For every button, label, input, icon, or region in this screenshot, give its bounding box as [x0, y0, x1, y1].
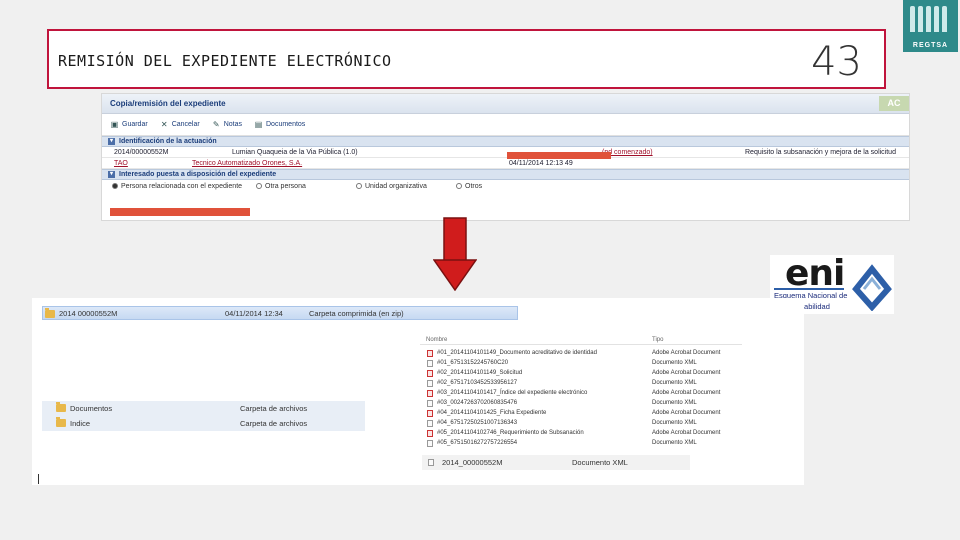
list-header: Nombre Tipo — [420, 336, 742, 345]
zip-type: Carpeta comprimida (en zip) — [309, 309, 404, 318]
collapse-icon: ▾ — [108, 171, 115, 178]
list-item[interactable]: #02_20141104101149_Solicitud Adobe Acroba… — [420, 369, 742, 379]
list-item[interactable]: #04_67517250251007136343 Documento XML — [420, 419, 742, 429]
column-type[interactable]: Tipo — [652, 337, 663, 343]
xml-icon — [427, 360, 433, 367]
list-item[interactable]: #02_67517103452533956127 Documento XML — [420, 379, 742, 389]
list-item[interactable]: #03_20141104101417_Índice del expediente… — [420, 389, 742, 399]
pdf-icon — [427, 370, 433, 377]
eni-swirl-icon — [852, 264, 892, 311]
form-row: 2014/00000552M Lumian Quaqueia de la Via… — [102, 147, 909, 158]
descripcion-value: Lumian Quaqueia de la Via Pública (1.0) — [232, 149, 358, 156]
xml-icon — [427, 440, 433, 447]
list-item[interactable]: #04_20141104101425_Ficha Expediente Adobe… — [420, 409, 742, 419]
zip-icon — [45, 308, 55, 319]
list-item[interactable]: #01_20141104101149_Documento acreditativ… — [420, 349, 742, 359]
list-item[interactable]: #05_67515016272757226554 Documento XML — [420, 439, 742, 449]
folder-icon — [56, 402, 66, 412]
expediente-value: 2014/00000552M — [114, 149, 169, 156]
save-icon: ▣ — [110, 120, 119, 129]
file-explorer: 2014 00000552M 04/11/2014 12:34 Carpeta … — [32, 298, 804, 485]
folder-row[interactable]: Indice Carpeta de archivos — [42, 416, 365, 431]
requisito-value: Requisito la subsanación y mejora de la … — [745, 149, 896, 156]
xml-icon — [427, 420, 433, 427]
file-list: Nombre Tipo #01_20141104101149_Documento… — [420, 336, 742, 448]
option-persona[interactable]: Persona relacionada con el expediente — [112, 183, 242, 190]
section-identificacion[interactable]: ▾ Identificación de la actuación — [102, 136, 909, 147]
options-row: Persona relacionada con el expediente Ot… — [102, 180, 909, 194]
option-unidad[interactable]: Unidad organizativa — [356, 183, 427, 190]
zip-file-row[interactable]: 2014 00000552M 04/11/2014 12:34 Carpeta … — [42, 306, 518, 320]
tecnico-link[interactable]: Tecnico Automatizado Orones, S.A. — [192, 160, 302, 167]
documents-button[interactable]: ▤ Documentos — [254, 120, 306, 129]
list-item[interactable]: #05_20141104102746_Requerimiento de Subs… — [420, 429, 742, 439]
eni-underline — [774, 288, 844, 290]
text-cursor — [38, 474, 39, 484]
codigo-link[interactable]: TAO — [114, 160, 128, 167]
folder-row[interactable]: Documentos Carpeta de archivos — [42, 401, 365, 416]
pdf-icon — [427, 390, 433, 397]
option-otros[interactable]: Otros — [456, 183, 482, 190]
xml-icon — [427, 400, 433, 407]
slide-number: 43 — [811, 39, 862, 85]
pdf-icon — [427, 430, 433, 437]
zip-date: 04/11/2014 12:34 — [225, 309, 283, 318]
redaction-bar — [507, 152, 611, 159]
option-otra-persona[interactable]: Otra persona — [256, 183, 306, 190]
xml-file-row[interactable]: 2014_00000552M Documento XML — [422, 455, 690, 470]
form-screenshot: Copia/remisión del expediente AC ▣ Guarda… — [101, 93, 910, 221]
pdf-icon — [427, 410, 433, 417]
document-icon: ▤ — [254, 120, 263, 129]
section-interesado[interactable]: ▾ Interesado puesta a disposición del ex… — [102, 169, 909, 180]
slide-title: REMISIÓN DEL EXPEDIENTE ELECTRÓNICO — [58, 52, 392, 70]
list-item[interactable]: #01_67513152245760C20 Documento XML — [420, 359, 742, 369]
logo-bars-icon — [910, 6, 952, 34]
fecha-value: 04/11/2014 12:13 49 — [509, 160, 573, 167]
cancel-button[interactable]: ✕ Cancelar — [160, 120, 200, 129]
pdf-icon — [427, 350, 433, 357]
form-row: TAO Tecnico Automatizado Orones, S.A. 04… — [102, 158, 909, 169]
folder-icon — [56, 417, 66, 427]
save-button[interactable]: ▣ Guardar — [110, 120, 148, 129]
notes-icon: ✎ — [212, 120, 220, 129]
column-name[interactable]: Nombre — [426, 337, 447, 343]
zip-name: 2014 00000552M — [59, 309, 118, 318]
regtsa-logo: REGTSA — [903, 0, 958, 52]
redaction-bar — [110, 208, 250, 216]
form-toolbar: ▣ Guardar ✕ Cancelar ✎ Notas ▤ Documentos — [102, 114, 909, 136]
down-arrow-icon — [433, 217, 477, 291]
slide-title-box: REMISIÓN DEL EXPEDIENTE ELECTRÓNICO 43 — [47, 29, 886, 89]
list-item[interactable]: #03_00247263702060835476 Documento XML — [420, 399, 742, 409]
form-badge: AC — [879, 96, 909, 111]
form-title: Copia/remisión del expediente — [102, 94, 909, 114]
notes-button[interactable]: ✎ Notas — [212, 120, 242, 129]
collapse-icon: ▾ — [108, 138, 115, 145]
close-icon: ✕ — [160, 120, 168, 129]
logo-text: REGTSA — [912, 42, 949, 49]
xml-icon — [427, 380, 433, 387]
xml-icon — [428, 459, 434, 466]
